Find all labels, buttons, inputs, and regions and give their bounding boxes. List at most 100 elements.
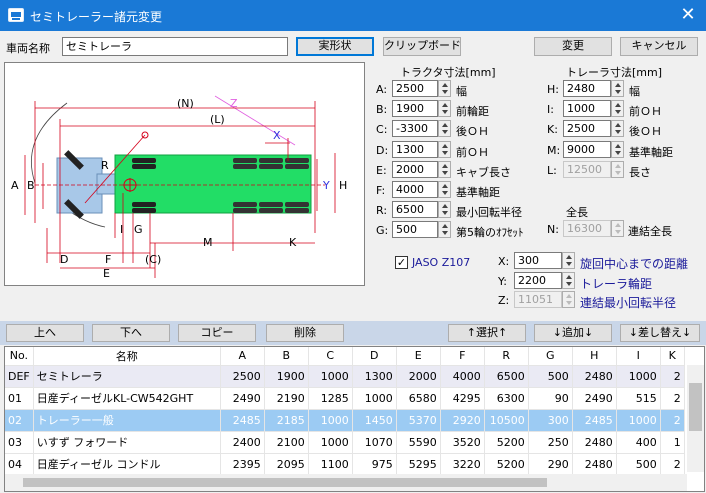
tractor-c-spinner[interactable] (438, 120, 451, 138)
column-header[interactable]: E (396, 347, 441, 366)
trailer-l-spinner (611, 160, 624, 178)
table-cell: 5200 (484, 431, 529, 454)
jaso-z-spinner (562, 291, 575, 309)
table-row[interactable]: 02 トレーラー一般 2485 2185 1000 1450 5370 2920 10500 30… (5, 409, 685, 432)
trailer-h-spinner[interactable] (611, 80, 624, 97)
jaso-y-input[interactable]: 2200 (514, 271, 562, 289)
tractor-d-input[interactable]: 1300 (392, 140, 438, 158)
replace-button[interactable]: ↓差し替え↓ (620, 324, 700, 342)
table-row[interactable]: 03 いすず フォワード 2400 2100 1000 1070 5590 3520 5200 2… (5, 431, 685, 454)
table-cell: 2480 (572, 365, 617, 388)
trailer-k-spinner[interactable] (611, 120, 624, 138)
clipboard-button[interactable]: クリップボード (383, 37, 461, 56)
column-header[interactable]: D (352, 347, 397, 366)
tractor-f-spinner[interactable] (438, 181, 451, 198)
tractor-e-spinner[interactable] (438, 160, 451, 178)
column-header[interactable]: R (484, 347, 529, 366)
trailer-key-m: M: (547, 143, 561, 157)
table-row[interactable]: 01 日産ディーゼルKL-CW542GHT 2490 2190 1285 1000 6580… (5, 387, 685, 410)
tractor-a-input[interactable]: 2500 (392, 80, 438, 97)
jaso-y-spinner[interactable] (562, 271, 575, 289)
table-cell: 1450 (352, 409, 397, 432)
table-cell: 5370 (396, 409, 441, 432)
tractor-c-input[interactable]: -3300 (392, 120, 438, 138)
table-cell: DEF (5, 365, 34, 388)
tractor-b-input[interactable]: 1900 (392, 100, 438, 118)
column-header[interactable]: 名称 (33, 347, 221, 366)
trailer-i-desc: 前ＯＨ (629, 105, 662, 119)
trailer-i-input[interactable]: 1000 (563, 100, 611, 118)
z-radius-line (214, 95, 296, 146)
table-cell: 6580 (396, 387, 441, 410)
tractor-key-f: F: (376, 184, 386, 197)
select-button[interactable]: ↑選択↑ (448, 324, 526, 342)
tractor-g-spinner[interactable] (438, 221, 451, 239)
tractor-r-spinner[interactable] (438, 201, 451, 219)
tractor-key-b: B: (376, 103, 388, 117)
column-header[interactable]: I (616, 347, 661, 366)
vertical-scrollbar[interactable] (687, 365, 704, 472)
column-header[interactable]: F (440, 347, 485, 366)
actual-shape-button[interactable]: 実形状 (296, 37, 374, 56)
jaso-checkbox[interactable]: ✓ (395, 256, 408, 269)
move-up-button[interactable]: 上へ (6, 324, 84, 342)
table-cell: 2 (660, 453, 685, 476)
column-header[interactable]: G (528, 347, 573, 366)
table-cell: 2095 (264, 453, 309, 476)
move-down-button[interactable]: 下へ (92, 324, 170, 342)
close-icon[interactable]: ✕ (674, 3, 702, 27)
table-row[interactable]: 04 日産ディーゼル コンドル 2395 2095 1100 975 5295 3220 520… (5, 453, 685, 476)
tractor-a-spinner[interactable] (438, 80, 451, 97)
column-header[interactable]: K (660, 347, 685, 366)
tractor-g-desc: 第5輪のｵﾌｾｯﾄ (456, 226, 524, 240)
tractor-b-spinner[interactable] (438, 100, 451, 118)
table-cell: 1900 (264, 365, 309, 388)
trailer-h-desc: 幅 (629, 85, 640, 98)
dim-label-y: Y (322, 179, 330, 192)
tractor-d-spinner[interactable] (438, 140, 451, 158)
table-cell: 日産ディーゼルKL-CW542GHT (33, 387, 221, 410)
table-cell: 1 (660, 431, 685, 454)
trailer-m-spinner[interactable] (611, 140, 624, 158)
jaso-label: JASO Z107 (412, 256, 471, 269)
vehicle-name-label: 車両名称 (6, 42, 50, 55)
table-row[interactable]: DEF セミトレーラ 2500 1900 1000 1300 2000 4000 6500 500… (5, 365, 685, 388)
jaso-x-input[interactable]: 300 (514, 252, 562, 269)
table-cell: 500 (616, 453, 661, 476)
copy-button[interactable]: コピー (178, 324, 256, 342)
delete-button[interactable]: 削除 (266, 324, 344, 342)
trailer-l-desc: 長さ (629, 165, 651, 179)
trailer-i-spinner[interactable] (611, 100, 624, 118)
tractor-f-input[interactable]: 4000 (392, 181, 438, 198)
table-cell: 3220 (440, 453, 485, 476)
trailer-k-input[interactable]: 2500 (563, 120, 611, 138)
trailer-h-input[interactable]: 2480 (563, 80, 611, 97)
table-cell: 2920 (440, 409, 485, 432)
tractor-a-desc: 幅 (456, 85, 467, 98)
column-header[interactable]: No. (5, 347, 34, 366)
jaso-x-spinner[interactable] (562, 252, 575, 269)
trailer-m-input[interactable]: 9000 (563, 140, 611, 158)
change-button[interactable]: 変更 (534, 37, 612, 56)
cancel-button[interactable]: キャンセル (620, 37, 698, 56)
trailer-l-input: 12500 (563, 160, 611, 178)
horizontal-scrollbar[interactable] (5, 474, 687, 491)
table-cell: セミトレーラ (33, 365, 221, 388)
jaso-z-input: 11051 (514, 291, 562, 309)
column-header[interactable]: B (264, 347, 309, 366)
tractor-r-input[interactable]: 6500 (392, 201, 438, 219)
table-cell: 2400 (220, 431, 265, 454)
vehicle-name-input[interactable]: セミトレーラ (62, 37, 288, 56)
table-cell: 5590 (396, 431, 441, 454)
tractor-e-input[interactable]: 2000 (392, 160, 438, 178)
add-button[interactable]: ↓追加↓ (534, 324, 612, 342)
tractor-e-desc: キャブ長さ (456, 165, 511, 179)
table-cell: 2500 (220, 365, 265, 388)
dim-label-h: H (339, 179, 347, 192)
trailer-key-l: L: (547, 163, 557, 177)
jaso-key-z: Z: (498, 294, 510, 308)
tractor-g-input[interactable]: 500 (392, 221, 438, 239)
column-header[interactable]: C (308, 347, 353, 366)
column-header[interactable]: H (572, 347, 617, 366)
column-header[interactable]: A (220, 347, 265, 366)
